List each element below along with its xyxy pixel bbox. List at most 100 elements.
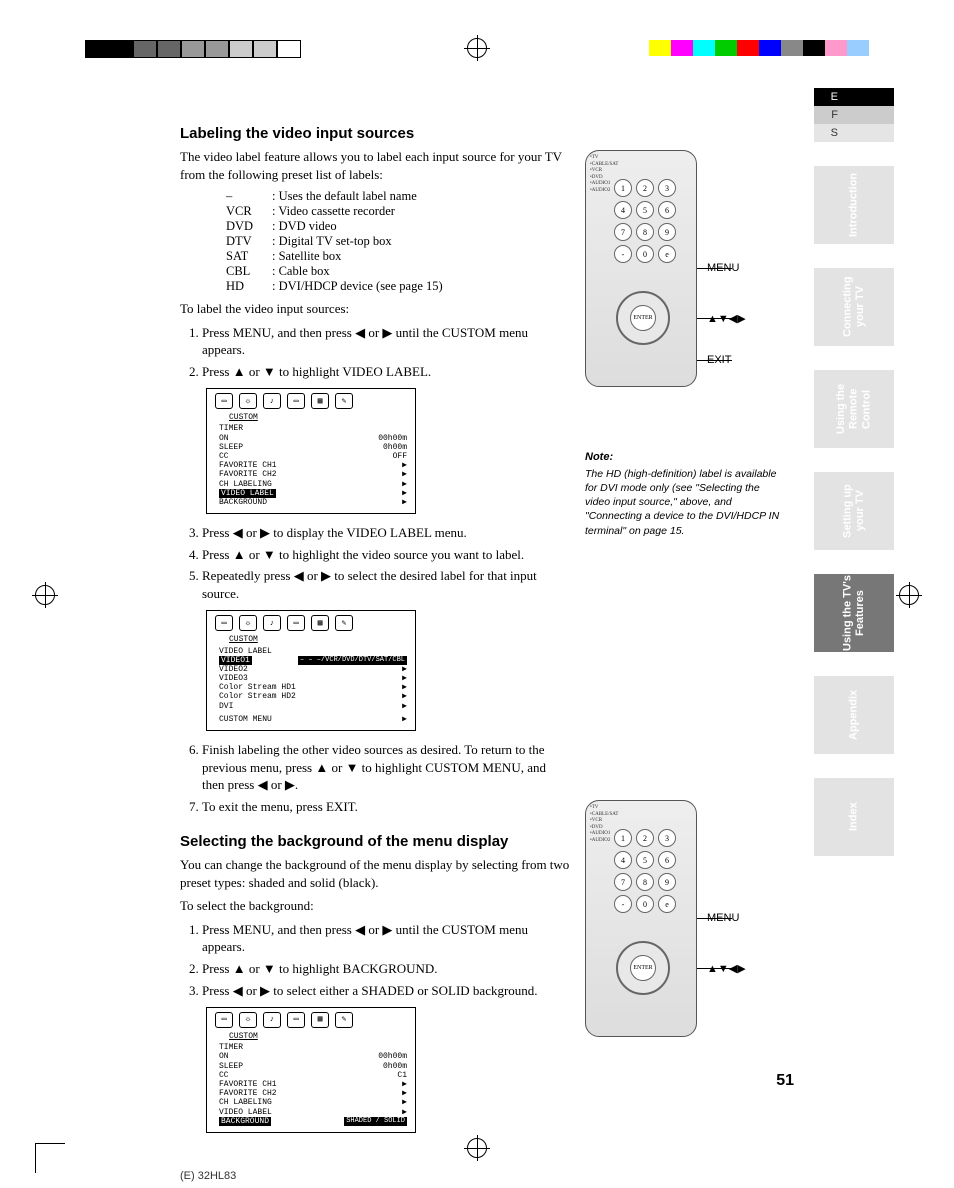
- osd-tab-icon: ▭: [215, 1012, 233, 1028]
- tab-introduction: Introduction: [814, 166, 894, 244]
- steps-labeling: Press MENU, and then press ◀ or ▶ until …: [202, 324, 570, 381]
- osd-tab-icon: ☼: [239, 615, 257, 631]
- osd-row: FAVORITE CH1: [219, 461, 277, 470]
- osd-row: Color Stream HD2: [219, 692, 296, 701]
- osd-row: FAVORITE CH2: [219, 1089, 277, 1098]
- osd-tab-icon: ♪: [263, 615, 281, 631]
- callout-exit: EXIT: [707, 354, 731, 366]
- label-desc: : DVI/HDCP device (see page 15): [272, 279, 443, 294]
- callout-arrows: ▲▼◀▶: [707, 962, 746, 975]
- tab-remote: Using the Remote Control: [814, 370, 894, 448]
- label-code: –: [226, 189, 272, 204]
- osd-row: VIDEO2: [219, 665, 248, 674]
- osd-custom-menu-2: ▭ ☼ ♪ ▭ ▦ ✎ CUSTOM TIMER ON00h00m SLEEP0…: [206, 1007, 416, 1133]
- osd-row: BACKGROUND: [219, 498, 267, 507]
- note: Note: The HD (high-definition) label is …: [585, 450, 785, 538]
- label-desc: : Uses the default label name: [272, 189, 417, 204]
- osd-row: CC: [219, 452, 229, 461]
- tab-index: Index: [814, 778, 894, 856]
- tab-connecting: Connecting your TV: [814, 268, 894, 346]
- registration-target-right: [899, 585, 919, 605]
- osd-tab-icon: ▭: [215, 393, 233, 409]
- dpad: ENTER: [616, 291, 670, 345]
- lang-tab-s: S: [814, 124, 894, 142]
- step: Repeatedly press ◀ or ▶ to select the de…: [202, 567, 570, 602]
- registration-marks: [0, 0, 954, 60]
- heading-labeling: Labeling the video input sources: [180, 125, 570, 142]
- osd-title: CUSTOM: [229, 635, 411, 644]
- step: Press ▲ or ▼ to highlight BACKGROUND.: [202, 960, 570, 978]
- osd-row: ON: [219, 434, 229, 443]
- step: Press ▲ or ▼ to highlight VIDEO LABEL.: [202, 363, 570, 381]
- registration-target-top: [467, 38, 487, 58]
- osd-tab-icon: ▭: [287, 615, 305, 631]
- label-desc: : Cable box: [272, 264, 330, 279]
- osd-row: SLEEP: [219, 1062, 243, 1071]
- osd-custom-menu-1: ▭ ☼ ♪ ▭ ▦ ✎ CUSTOM TIMER ON00h00m SLEEP0…: [206, 388, 416, 514]
- osd-tab-icon: ▦: [311, 615, 329, 631]
- grayscale-bars: [85, 40, 301, 58]
- page-number: 51: [776, 1072, 794, 1090]
- osd-row: CH LABELING: [219, 480, 272, 489]
- enter-button: ENTER: [630, 305, 656, 331]
- label-code: DVD: [226, 219, 272, 234]
- steps-background: Press MENU, and then press ◀ or ▶ until …: [202, 921, 570, 999]
- footer-model: (E) 32HL83: [180, 1170, 236, 1182]
- lang-tab-f: F: [814, 106, 894, 124]
- note-heading: Note:: [585, 450, 785, 465]
- enter-button: ENTER: [630, 955, 656, 981]
- osd-row-highlight: BACKGROUND: [219, 1117, 271, 1126]
- osd-row: ON: [219, 1052, 229, 1061]
- osd-row: DVI: [219, 702, 233, 711]
- osd-tab-icon: ▭: [287, 393, 305, 409]
- color-bars: [649, 40, 869, 56]
- side-tabs: E F S Introduction Connecting your TV Us…: [814, 88, 894, 856]
- steps-labeling-cont: Press ◀ or ▶ to display the VIDEO LABEL …: [202, 524, 570, 602]
- osd-row-options: SHADED / SOLID: [344, 1117, 407, 1126]
- numpad: 123 456 789 -0e: [614, 179, 676, 263]
- dpad: ENTER: [616, 941, 670, 995]
- label-desc: : Video cassette recorder: [272, 204, 395, 219]
- lead-labeling: To label the video input sources:: [180, 300, 570, 318]
- osd-row: Color Stream HD1: [219, 683, 296, 692]
- label-code: CBL: [226, 264, 272, 279]
- osd-row-highlight: VIDEO LABEL: [219, 489, 276, 498]
- note-body: The HD (high-definition) label is availa…: [585, 467, 785, 538]
- osd-tab-icon: ▦: [311, 1012, 329, 1028]
- osd-tab-icon: ▦: [311, 393, 329, 409]
- osd-row: TIMER: [219, 1043, 243, 1052]
- step: To exit the menu, press EXIT.: [202, 798, 570, 816]
- label-code: HD: [226, 279, 272, 294]
- remote-diagram-1: •TV •CABLE/SAT •VCR •DVD •AUDIO1 •AUDIO2…: [585, 150, 697, 387]
- step: Press MENU, and then press ◀ or ▶ until …: [202, 921, 570, 956]
- osd-tab-icon: ✎: [335, 615, 353, 631]
- tab-appendix: Appendix: [814, 676, 894, 754]
- callout-menu: MENU: [707, 912, 739, 924]
- osd-row: SLEEP: [219, 443, 243, 452]
- callout-menu: MENU: [707, 262, 739, 274]
- steps-labeling-final: Finish labeling the other video sources …: [202, 741, 570, 815]
- osd-tab-icon: ♪: [263, 1012, 281, 1028]
- tab-using-features: Using the TV's Features: [814, 574, 894, 652]
- osd-tab-icon: ▭: [287, 1012, 305, 1028]
- language-tabs: E F S: [814, 88, 894, 142]
- osd-row: FAVORITE CH1: [219, 1080, 277, 1089]
- lead-background: To select the background:: [180, 897, 570, 915]
- osd-row: VIDEO3: [219, 674, 248, 683]
- label-desc: : DVD video: [272, 219, 337, 234]
- osd-row: VIDEO LABEL: [219, 1108, 272, 1117]
- heading-background: Selecting the background of the menu dis…: [180, 833, 570, 850]
- osd-row: CH LABELING: [219, 1098, 272, 1107]
- osd-tab-icon: ☼: [239, 1012, 257, 1028]
- osd-row: CUSTOM MENU: [219, 715, 272, 724]
- step: Press ▲ or ▼ to highlight the video sour…: [202, 546, 570, 564]
- osd-tab-icon: ☼: [239, 393, 257, 409]
- step: Press MENU, and then press ◀ or ▶ until …: [202, 324, 570, 359]
- label-desc: : Digital TV set-top box: [272, 234, 392, 249]
- step: Press ◀ or ▶ to display the VIDEO LABEL …: [202, 524, 570, 542]
- label-code: SAT: [226, 249, 272, 264]
- numpad: 123 456 789 -0e: [614, 829, 676, 913]
- intro-background: You can change the background of the men…: [180, 856, 570, 891]
- step: Press ◀ or ▶ to select either a SHADED o…: [202, 982, 570, 1000]
- osd-tab-icon: ✎: [335, 393, 353, 409]
